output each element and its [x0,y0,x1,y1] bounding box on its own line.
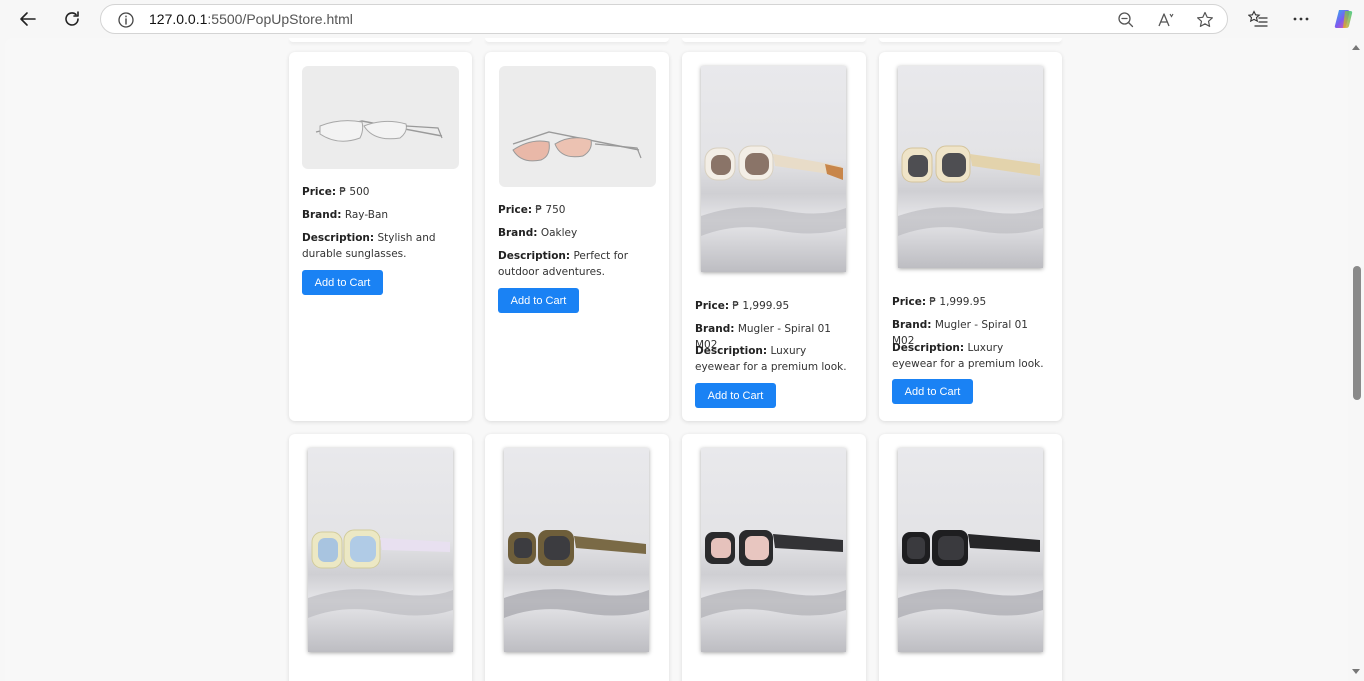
add-to-cart-button[interactable]: Add to Cart [695,383,776,408]
add-to-cart-button[interactable]: Add to Cart [498,288,579,313]
scroll-down-arrow-icon[interactable] [1352,669,1360,674]
price-line: Price: ₱ 750 [498,202,657,218]
blue-lens-sunglasses-icon [308,529,453,618]
previous-card-edge [682,38,866,42]
add-to-cart-button[interactable]: Add to Cart [892,379,973,404]
more-options-icon[interactable] [1291,9,1311,29]
white-frame-sunglasses-icon [701,145,846,236]
price-label: Price: [892,296,927,308]
reload-button[interactable] [59,7,85,31]
price-label: Price: [498,204,533,216]
copilot-icon[interactable] [1332,7,1356,31]
brand-label: Brand: [302,209,342,221]
price-label: Price: [302,186,337,198]
product-image [701,66,846,272]
product-card [485,434,669,681]
price-value: ₱ 750 [535,204,566,216]
product-card: Price: ₱ 1,999.95 Brand: Mugler - Spiral… [682,52,866,421]
read-aloud-icon[interactable] [1156,10,1176,30]
url-path: :5500/PopUpStore.html [207,11,353,27]
brand-label: Brand: [892,319,932,331]
back-button[interactable] [15,7,41,31]
product-card: Price: ₱ 500 Brand: Ray-Ban Description:… [289,52,472,421]
brand-value: Oakley [540,227,578,239]
olive-frame-sunglasses-icon [504,530,649,618]
url-host: 127.0.0.1 [149,11,208,27]
brand-line: Brand: Ray-Ban [302,207,460,223]
previous-card-edge [289,38,472,42]
info-icon[interactable] [117,11,135,29]
description-line: Description: Stylish and durable sunglas… [302,230,460,262]
reload-icon [65,11,79,26]
product-image [308,448,453,652]
price-value: ₱ 1,999.95 [929,296,987,308]
product-card: Price: ₱ 1,999.95 Brand: Mugler - Spiral… [879,52,1062,421]
price-value: ₱ 500 [339,186,370,198]
vertical-scrollbar[interactable] [1348,38,1364,681]
url-text[interactable]: 127.0.0.1:5500/PopUpStore.html [149,11,353,27]
favorite-star-icon[interactable] [1195,10,1215,30]
description-label: Description: [892,342,965,354]
cream-frame-sunglasses-icon [898,145,1043,236]
product-card [682,434,866,681]
description-label: Description: [695,345,768,357]
tinted-glasses-icon [512,131,642,162]
product-image [898,66,1043,268]
description-line: Description: Luxury eyewear for a premiu… [892,340,1050,372]
brand-label: Brand: [498,227,538,239]
dark-lens-sunglasses-icon [898,530,1043,618]
page-viewport: Price: ₱ 500 Brand: Ray-Ban Description:… [5,38,1348,681]
browser-toolbar: 127.0.0.1:5500/PopUpStore.html [0,0,1364,38]
price-label: Price: [695,300,730,312]
product-card [289,434,472,681]
previous-card-edge [879,38,1062,42]
address-bar[interactable]: 127.0.0.1:5500/PopUpStore.html [100,4,1228,34]
description-line: Description: Perfect for outdoor adventu… [498,248,657,280]
brand-line: Brand: Oakley [498,225,657,241]
brand-label: Brand: [695,323,735,335]
price-value: ₱ 1,999.95 [732,300,790,312]
rimless-glasses-icon [315,120,443,142]
arrow-left-icon [20,12,36,26]
description-line: Description: Luxury eyewear for a premiu… [695,343,854,375]
product-card: Price: ₱ 750 Brand: Oakley Description: … [485,52,669,421]
add-to-cart-button[interactable]: Add to Cart [302,270,383,295]
product-image [499,66,656,187]
description-label: Description: [302,232,375,244]
product-card [879,434,1062,681]
price-line: Price: ₱ 500 [302,184,460,200]
previous-card-edge [485,38,669,42]
scrollbar-thumb[interactable] [1353,266,1361,400]
price-line: Price: ₱ 1,999.95 [892,294,1050,310]
pink-lens-sunglasses-icon [701,530,846,618]
product-image [504,448,649,652]
product-image [701,448,846,652]
product-image [302,66,459,169]
description-label: Description: [498,250,571,262]
favorites-list-icon[interactable] [1248,9,1268,29]
price-line: Price: ₱ 1,999.95 [695,298,854,314]
product-image [898,448,1043,652]
zoom-out-icon[interactable] [1116,10,1136,30]
brand-value: Ray-Ban [344,209,389,221]
scroll-up-arrow-icon[interactable] [1352,45,1360,50]
